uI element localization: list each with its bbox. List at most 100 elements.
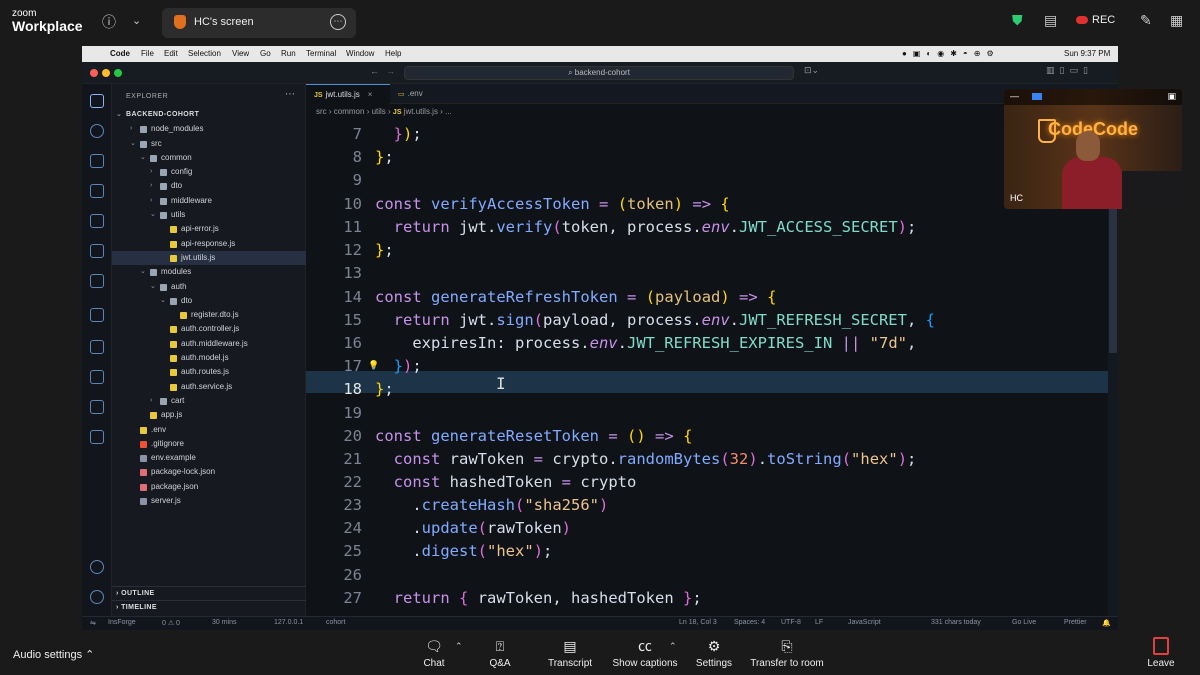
leave-button[interactable]: Leave [1146, 637, 1176, 669]
tab-env[interactable]: ▭ .env [390, 84, 450, 104]
outline-section[interactable]: › OUTLINE [112, 586, 306, 600]
flask-icon[interactable] [90, 340, 104, 354]
layout-toggle-icons[interactable]: ▥▯▭▯ [1046, 65, 1093, 76]
chat-button[interactable]: 🗨 Chat [418, 637, 450, 669]
screen-share-tab[interactable]: HC's screen ⋯ [162, 8, 356, 38]
explorer-icon[interactable] [90, 94, 104, 108]
view-grid-icon[interactable]: ▦ [1170, 12, 1183, 29]
close-window-icon[interactable] [90, 69, 98, 77]
folder-item[interactable]: › cart [112, 394, 306, 408]
menu-help[interactable]: Help [385, 49, 401, 58]
file-item[interactable]: app.js [112, 408, 306, 422]
remote-icon[interactable]: ⇋ [90, 619, 96, 627]
folder-item[interactable]: ⌄ common [112, 151, 306, 165]
back-arrow-icon[interactable]: ← [370, 66, 379, 76]
python-icon[interactable] [90, 370, 104, 384]
chevron-down-icon[interactable]: ⌄ [150, 208, 156, 222]
chevron-down-icon[interactable]: ⌄ [140, 265, 146, 279]
layers-icon[interactable] [90, 274, 104, 288]
account-icon[interactable] [90, 560, 104, 574]
file-item[interactable]: api-response.js [112, 237, 306, 251]
command-center-search[interactable]: ⌕ backend-cohort [404, 66, 794, 80]
file-item[interactable]: jwt.utils.js [112, 250, 306, 266]
status-encoding[interactable]: UTF-8 [781, 619, 801, 626]
tab-jwt-utils[interactable]: JS jwt.utils.js × [306, 84, 390, 104]
minimize-icon[interactable]: — [1010, 91, 1019, 101]
status-language[interactable]: JavaScript [848, 619, 881, 626]
status-spaces[interactable]: Spaces: 4 [734, 619, 765, 626]
copilot-icon[interactable]: ⊡⌄ [804, 65, 819, 76]
timeline-section[interactable]: › TIMELINE [112, 600, 306, 614]
chat-options-caret-icon[interactable]: ⌃ [455, 641, 463, 652]
status-host[interactable]: 127.0.0.1 [274, 619, 303, 626]
file-item[interactable]: auth.routes.js [112, 365, 306, 379]
file-item[interactable]: auth.middleware.js [112, 337, 306, 351]
minimize-window-icon[interactable] [102, 69, 110, 77]
notes-icon[interactable]: ▤ [1044, 12, 1057, 29]
chevron-down-icon[interactable]: ⌄ [160, 294, 166, 308]
chevron-right-icon[interactable]: › [150, 394, 152, 408]
file-item[interactable]: package.json [112, 480, 306, 494]
explorer-more-icon[interactable]: ⋯ [285, 89, 295, 100]
folder-item[interactable]: ⌄ src [112, 137, 306, 151]
file-item[interactable]: auth.service.js [112, 380, 306, 394]
recording-indicator[interactable]: REC [1076, 14, 1115, 26]
menu-file[interactable]: File [141, 49, 154, 58]
more-options-icon[interactable]: ⋯ [330, 14, 346, 30]
breadcrumb-item[interactable]: jwt.utils.js [404, 107, 438, 116]
chevron-right-icon[interactable]: › [150, 194, 152, 208]
status-problems[interactable]: 0 ⚠ 0 [162, 619, 180, 627]
expand-video-icon[interactable]: ▣ [1167, 91, 1176, 102]
breadcrumb-item[interactable]: common [334, 107, 365, 116]
status-golive[interactable]: Go Live [1012, 619, 1036, 626]
transfer-to-room-button[interactable]: ⎘ Transfer to room [748, 637, 826, 669]
status-prettier[interactable]: Prettier [1064, 619, 1087, 626]
status-chars[interactable]: 331 chars today [931, 619, 981, 626]
search-icon[interactable] [90, 124, 104, 138]
settings-button[interactable]: ⚙ Settings [694, 637, 734, 669]
close-tab-icon[interactable]: × [368, 90, 373, 99]
qa-button[interactable]: ⍰ Q&A [484, 637, 516, 669]
lightbulb-icon[interactable]: 💡 [368, 361, 379, 371]
chevron-down-icon[interactable]: ⌄ [150, 280, 156, 294]
audio-settings-button[interactable]: Audio settings ⌃ [13, 648, 94, 661]
folder-item[interactable]: ⌄ dto [112, 294, 306, 308]
database-icon[interactable] [90, 244, 104, 258]
file-item[interactable]: .env [112, 423, 306, 437]
info-icon[interactable]: ⓘ [102, 12, 116, 32]
folder-item[interactable]: › node_modules [112, 122, 306, 136]
folder-item[interactable]: ⌄ auth [112, 280, 306, 294]
chevron-down-icon[interactable]: ⌄ [132, 14, 141, 27]
annotate-pen-icon[interactable]: ✎ [1140, 12, 1152, 29]
menu-terminal[interactable]: Terminal [306, 49, 336, 58]
extensions-icon[interactable] [90, 214, 104, 228]
folder-item[interactable]: ⌄ utils [112, 208, 306, 222]
code-area[interactable]: 7 8 9 10 11 12 13 14 15 16 17 18 19 20 21 22 23 24 25 26 27 … [306, 123, 1118, 616]
zoom-window-icon[interactable] [114, 69, 122, 77]
menu-go[interactable]: Go [260, 49, 271, 58]
hammer-icon[interactable] [90, 430, 104, 444]
package-icon[interactable] [90, 400, 104, 414]
file-item[interactable]: register.dto.js [112, 308, 306, 322]
file-item[interactable]: .gitignore [112, 437, 306, 451]
chevron-right-icon[interactable]: › [130, 122, 132, 136]
transcript-button[interactable]: ▤ Transcript [544, 637, 596, 669]
chevron-down-icon[interactable]: ⌄ [130, 137, 136, 151]
notifications-bell-icon[interactable]: 🔔 [1102, 619, 1111, 627]
menu-app-name[interactable]: Code [110, 49, 130, 58]
run-debug-icon[interactable] [90, 184, 104, 198]
remote-explorer-icon[interactable] [90, 308, 104, 322]
settings-gear-icon[interactable] [90, 590, 104, 604]
file-item[interactable]: server.js [112, 494, 306, 508]
menu-bar-status-icons[interactable]: ●▣◐◉✱◓⊕⚙ [902, 49, 1000, 58]
menu-view[interactable]: View [232, 49, 249, 58]
breadcrumb-item[interactable]: ... [445, 107, 452, 116]
status-cohort[interactable]: cohort [326, 619, 345, 626]
file-item[interactable]: env.example [112, 451, 306, 465]
breadcrumb-item[interactable]: src [316, 107, 327, 116]
participant-video[interactable]: CodeCode — ▣ HC [1004, 89, 1182, 209]
chevron-right-icon[interactable]: › [150, 179, 152, 193]
chevron-right-icon[interactable]: › [150, 165, 152, 179]
file-item[interactable]: package-lock.json [112, 465, 306, 479]
menu-edit[interactable]: Edit [164, 49, 178, 58]
